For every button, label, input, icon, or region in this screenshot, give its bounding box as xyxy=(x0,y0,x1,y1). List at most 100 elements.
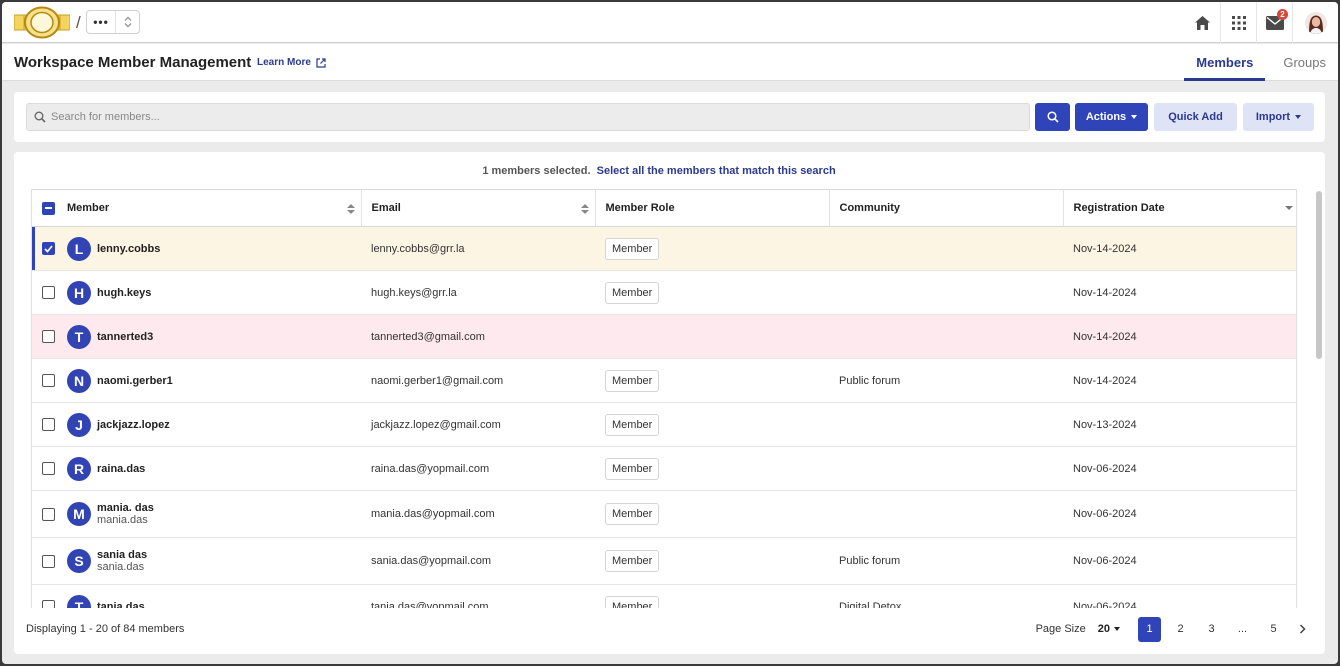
table-row[interactable]: Ssania das sania.das sania.das@yopmail.com… xyxy=(32,537,1296,585)
member-cell: Nnaomi.gerber1 xyxy=(32,358,361,403)
selection-count: 1 members selected. xyxy=(482,165,591,177)
page-size-select[interactable]: 20 xyxy=(1098,623,1120,635)
table-row[interactable]: Mmania. das mania.das mania.das@yopmail.co… xyxy=(32,490,1296,538)
search-box xyxy=(26,103,1030,131)
row-checkbox[interactable] xyxy=(42,462,55,475)
apps-button[interactable] xyxy=(1220,2,1256,43)
actions-label: Actions xyxy=(1085,111,1127,123)
role-cell: Member xyxy=(595,358,829,403)
member-name[interactable]: mania. das xyxy=(97,502,154,514)
community-cell xyxy=(829,314,1063,359)
table-row[interactable]: Ttannerted3 tannerted3@gmail.com Nov-14-20… xyxy=(32,314,1296,359)
row-checkbox[interactable] xyxy=(42,507,55,521)
row-checkbox[interactable] xyxy=(42,330,55,343)
page-button-5[interactable]: 5 xyxy=(1262,617,1285,642)
row-checkbox[interactable] xyxy=(42,418,55,431)
member-name[interactable]: naomi.gerber1 xyxy=(97,375,173,387)
member-cell: Ttania das xyxy=(32,584,361,609)
email-cell: lenny.cobbs@grr.la xyxy=(361,226,595,271)
registration-date-cell: Nov-13-2024 xyxy=(1063,402,1296,447)
chevron-right-icon xyxy=(1299,624,1306,634)
table-row[interactable]: Llenny.cobbs lenny.cobbs@grr.la Member Nov-… xyxy=(32,226,1296,271)
workspace-selector-value: ••• xyxy=(93,15,109,29)
role-cell: Member xyxy=(595,446,829,491)
select-all-checkbox[interactable] xyxy=(42,201,55,215)
search-input[interactable] xyxy=(51,111,1011,123)
email-cell: hugh.keys@grr.la xyxy=(361,270,595,315)
caret-down-icon xyxy=(1114,627,1120,631)
member-name[interactable]: tania das xyxy=(97,601,145,609)
registration-date-cell: Nov-06-2024 xyxy=(1063,584,1296,608)
role-tag: Member xyxy=(605,369,660,392)
row-checkbox[interactable] xyxy=(42,374,55,387)
column-label: Member xyxy=(67,202,110,214)
member-avatar: M xyxy=(67,502,91,526)
community-cell xyxy=(829,270,1063,315)
column-header-member[interactable]: Member xyxy=(32,189,362,227)
registration-date-cell: Nov-14-2024 xyxy=(1063,226,1296,271)
community-cell xyxy=(829,402,1063,447)
role-cell: Member xyxy=(595,270,829,315)
role-cell: Member xyxy=(595,226,829,271)
next-page-button[interactable] xyxy=(1293,617,1311,642)
community-cell xyxy=(829,226,1063,271)
member-cell: Jjackjazz.lopez xyxy=(32,402,361,447)
mail-badge: 2 xyxy=(1277,9,1288,20)
learn-more-link[interactable]: Learn More xyxy=(257,57,326,68)
quick-add-button[interactable]: Quick Add xyxy=(1154,103,1237,131)
email-cell: tannerted3@gmail.com xyxy=(361,314,595,359)
member-name[interactable]: hugh.keys xyxy=(97,287,151,299)
column-header-role: Member Role xyxy=(595,189,830,227)
email-cell: sania.das@yopmail.com xyxy=(361,537,595,585)
member-name[interactable]: jackjazz.lopez xyxy=(97,419,170,431)
select-all-link[interactable]: Select all the members that match this s… xyxy=(597,165,836,177)
actions-dropdown-button[interactable]: Actions xyxy=(1075,103,1148,131)
table-row[interactable]: Ttania das tania.das@yopmail.com Member Dig… xyxy=(32,584,1296,609)
role-tag: Member xyxy=(605,503,660,525)
column-header-registration-date[interactable]: Registration Date xyxy=(1063,189,1296,227)
mail-button[interactable]: 2 xyxy=(1256,2,1292,43)
table-row[interactable]: Rraina.das raina.das@yopmail.com Member Nov… xyxy=(32,446,1296,491)
member-name[interactable]: sania das xyxy=(97,549,147,561)
role-tag: Member xyxy=(605,237,660,260)
tab-members[interactable]: Members xyxy=(1184,44,1266,81)
email-cell: jackjazz.lopez@gmail.com xyxy=(361,402,595,447)
page-button-2[interactable]: 2 xyxy=(1169,617,1192,642)
member-name[interactable]: raina.das xyxy=(97,463,145,475)
member-name[interactable]: tannerted3 xyxy=(97,331,153,343)
user-menu-button[interactable] xyxy=(1292,2,1338,43)
table-row[interactable]: Hhugh.keys hugh.keys@grr.la Member Nov-14-2… xyxy=(32,270,1296,315)
sort-desc-icon[interactable] xyxy=(1285,206,1293,210)
email-cell: tania.das@yopmail.com xyxy=(361,584,595,608)
page-button-3[interactable]: 3 xyxy=(1200,617,1223,642)
row-checkbox[interactable] xyxy=(42,286,55,299)
row-checkbox[interactable] xyxy=(42,242,55,255)
sort-icon[interactable] xyxy=(346,203,355,215)
role-tag: Member xyxy=(605,457,660,480)
column-header-email[interactable]: Email xyxy=(361,189,596,227)
member-cell: Llenny.cobbs xyxy=(32,226,361,271)
row-checkbox[interactable] xyxy=(42,554,55,568)
table-scrollbar[interactable] xyxy=(1316,191,1322,359)
role-cell: Member xyxy=(595,402,829,447)
row-checkbox[interactable] xyxy=(42,600,55,608)
tab-groups[interactable]: Groups xyxy=(1271,44,1338,81)
email-cell: raina.das@yopmail.com xyxy=(361,446,595,491)
sort-icon[interactable] xyxy=(580,203,589,215)
page-button-1[interactable]: 1 xyxy=(1138,616,1161,642)
breadcrumb-separator: / xyxy=(76,13,81,32)
member-name[interactable]: lenny.cobbs xyxy=(97,243,160,255)
workspace-selector[interactable]: ••• xyxy=(86,10,140,34)
search-button[interactable] xyxy=(1035,103,1070,131)
member-avatar: N xyxy=(67,368,91,393)
chevron-updown-icon xyxy=(115,11,139,33)
import-dropdown-button[interactable]: Import xyxy=(1243,103,1314,131)
table-header-row: Member Email Member Role Community Regis… xyxy=(32,189,1296,227)
table-row[interactable]: Jjackjazz.lopez jackjazz.lopez@gmail.com M… xyxy=(32,402,1296,447)
external-link-icon xyxy=(316,57,326,68)
home-button[interactable] xyxy=(1184,2,1220,43)
search-panel: Actions Quick Add Import xyxy=(14,92,1325,142)
role-tag: Member xyxy=(605,550,660,572)
table-row[interactable]: Nnaomi.gerber1 naomi.gerber1@gmail.com Mem… xyxy=(32,358,1296,403)
logo[interactable] xyxy=(14,6,70,39)
